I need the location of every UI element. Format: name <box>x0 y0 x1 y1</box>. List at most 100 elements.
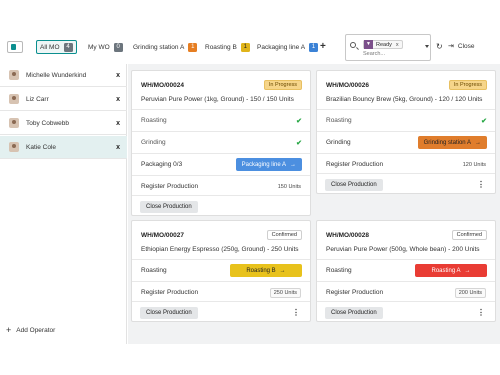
mo-product: Brazilian Bouncy Brew (5kg, Ground) - 12… <box>326 96 483 103</box>
operator-panel: Michelle Wunderkind x Liz Carr x Toby Co… <box>0 64 127 344</box>
step-row[interactable]: Roasting Roasting A → <box>317 259 495 281</box>
close-production-button[interactable]: Close Production <box>325 306 383 319</box>
panel-toggle-button[interactable] <box>7 41 23 53</box>
close-button[interactable]: ⇥ Close <box>448 42 475 51</box>
filter-facet[interactable]: ▼ Ready x <box>363 40 403 49</box>
step-label: Roasting <box>326 267 352 274</box>
check-icon: ✔ <box>481 117 487 125</box>
card-footer: Close Production ⋮ <box>317 173 495 195</box>
mo-reference[interactable]: WH/MO/00028 <box>326 232 369 239</box>
operator-item[interactable]: Michelle Wunderkind x <box>0 64 127 87</box>
tab-my-wo[interactable]: My WO 0 <box>88 41 123 53</box>
remove-facet-button[interactable]: x <box>396 42 399 48</box>
close-production-button[interactable]: Close Production <box>140 200 198 213</box>
register-label: Register Production <box>326 289 384 296</box>
exit-icon: ⇥ <box>448 43 454 50</box>
status-badge: Confirmed <box>451 230 487 240</box>
step-label: Packaging 0/3 <box>141 161 183 168</box>
card-footer: Close Production ⋮ <box>132 301 310 323</box>
search-icon <box>350 42 356 48</box>
mo-card: WH/MO/00027 Confirmed Ethiopian Energy E… <box>131 220 311 322</box>
register-qty: 250 Units <box>269 287 301 298</box>
tab-grinding-station-a[interactable]: Grinding station A 1 <box>133 41 198 53</box>
sidebar-icon <box>11 44 16 50</box>
workcenter-label: Grinding station A <box>423 139 471 146</box>
operator-item[interactable]: Toby Cobwebb x <box>0 112 127 135</box>
arrow-right-icon: → <box>290 161 296 168</box>
remove-operator-button[interactable]: x <box>116 144 120 151</box>
close-production-button[interactable]: Close Production <box>140 306 198 319</box>
chevron-down-icon[interactable] <box>425 45 429 48</box>
register-qty: 120 Units <box>462 161 486 168</box>
workcenter-button[interactable]: Roasting A → <box>415 264 487 277</box>
tab-packaging-line-a[interactable]: Packaging line A 1 <box>257 41 319 53</box>
mo-card: WH/MO/00026 In Progress Brazilian Bouncy… <box>316 70 496 194</box>
step-row[interactable]: Roasting ✔ <box>132 109 310 131</box>
arrow-right-icon: → <box>464 267 471 274</box>
step-label: Roasting <box>141 117 167 124</box>
close-production-button[interactable]: Close Production <box>325 178 383 191</box>
tab-label: All MO <box>40 43 60 51</box>
mo-product: Ethiopian Energy Espresso (250g, Ground)… <box>141 246 299 253</box>
step-row[interactable]: Roasting Roasting B → <box>132 259 310 281</box>
workcenter-label: Roasting A <box>431 267 461 274</box>
plus-icon: + <box>6 325 12 335</box>
check-icon: ✔ <box>296 117 302 125</box>
card-footer: Close Production ⋮ <box>317 301 495 323</box>
add-operator-label: Add Operator <box>16 326 56 334</box>
operator-name: Michelle Wunderkind <box>26 71 87 79</box>
arrow-right-icon: → <box>475 139 481 146</box>
mo-reference[interactable]: WH/MO/00026 <box>326 82 369 89</box>
workcenter-label: Packaging line A <box>241 161 286 168</box>
register-row[interactable]: Register Production 250 Units <box>132 281 310 303</box>
workcenter-button[interactable]: Roasting B → <box>230 264 302 277</box>
more-options-button[interactable]: ⋮ <box>292 308 300 317</box>
filter-facet-label: Ready <box>376 41 392 48</box>
mo-reference[interactable]: WH/MO/00024 <box>141 82 184 89</box>
add-workcenter-button[interactable]: + <box>320 41 326 52</box>
avatar <box>9 142 19 152</box>
tab-count-badge: 1 <box>188 42 198 52</box>
step-row[interactable]: Grinding ✔ <box>132 131 310 153</box>
status-badge: In Progress <box>263 80 302 90</box>
remove-operator-button[interactable]: x <box>116 120 120 127</box>
register-qty: 150 Units <box>277 183 301 190</box>
register-qty: 200 Units <box>454 287 486 298</box>
work-order-board: WH/MO/00024 In Progress Peruvian Pure Po… <box>128 64 500 344</box>
register-row[interactable]: Register Production 150 Units <box>132 175 310 197</box>
step-label: Grinding <box>326 139 351 146</box>
search-input[interactable]: Search... <box>363 51 385 57</box>
register-label: Register Production <box>326 161 384 168</box>
avatar <box>9 94 19 104</box>
mo-product: Peruvian Pure Power (1kg, Ground) - 150 … <box>141 96 294 103</box>
register-row[interactable]: Register Production 120 Units <box>317 153 495 175</box>
refresh-icon[interactable]: ↻ <box>436 42 443 51</box>
mo-reference[interactable]: WH/MO/00027 <box>141 232 184 239</box>
add-operator-button[interactable]: + Add Operator <box>6 325 55 335</box>
tab-count-badge: 1 <box>309 42 319 52</box>
operator-item[interactable]: Liz Carr x <box>0 88 127 111</box>
more-options-button[interactable]: ⋮ <box>477 308 485 317</box>
tab-all-mo[interactable]: All MO 4 <box>36 40 77 54</box>
register-label: Register Production <box>141 289 199 296</box>
workcenter-button[interactable]: Grinding station A → <box>417 136 487 149</box>
workcenter-label: Roasting B <box>246 267 276 274</box>
mo-product: Peruvian Pure Power (500g, Whole bean) -… <box>326 246 480 253</box>
tab-roasting-b[interactable]: Roasting B 1 <box>205 41 250 53</box>
more-options-button[interactable]: ⋮ <box>477 180 485 189</box>
remove-operator-button[interactable]: x <box>116 96 120 103</box>
tab-label: Roasting B <box>205 43 237 51</box>
remove-operator-button[interactable]: x <box>116 72 120 79</box>
step-row[interactable]: Packaging 0/3 Packaging line A → <box>132 153 310 175</box>
step-row[interactable]: Grinding Grinding station A → <box>317 131 495 153</box>
workcenter-button[interactable]: Packaging line A → <box>235 158 302 171</box>
tab-label: Grinding station A <box>133 43 185 51</box>
operator-item-active[interactable]: Katie Cole x <box>0 136 127 159</box>
register-row[interactable]: Register Production 200 Units <box>317 281 495 303</box>
search-box[interactable]: ▼ Ready x Search... <box>345 34 431 61</box>
step-row[interactable]: Roasting ✔ <box>317 109 495 131</box>
tab-label: My WO <box>88 43 110 51</box>
operator-name: Liz Carr <box>26 95 49 103</box>
mo-card: WH/MO/00024 In Progress Peruvian Pure Po… <box>131 70 311 216</box>
step-label: Roasting <box>141 267 167 274</box>
